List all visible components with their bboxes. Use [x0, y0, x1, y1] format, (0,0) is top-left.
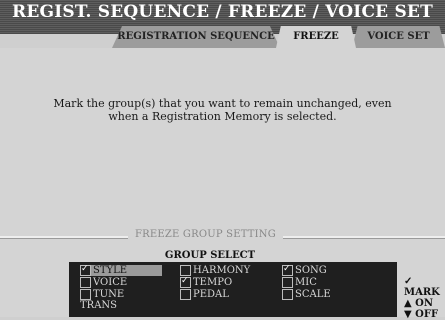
group-item-label: STYLE	[93, 265, 128, 276]
legend: ✓ MARK ▲ ON ▼ OFF	[404, 276, 445, 320]
checkbox-icon[interactable]	[282, 277, 293, 288]
group-item-mic[interactable]: MIC	[282, 277, 380, 288]
group-item-harmony[interactable]: HARMONY	[180, 265, 270, 276]
group-item-label: PEDAL	[193, 289, 229, 300]
tab-registration-sequence[interactable]: REGISTRATION SEQUENCE	[112, 26, 280, 48]
instruction-text: Mark the group(s) that you want to remai…	[53, 97, 392, 123]
group-item-label: VOICE	[93, 277, 128, 288]
mark-legend: ✓ MARK	[404, 276, 440, 298]
checkbox-icon[interactable]	[80, 264, 91, 276]
on-legend: ▲ ON	[404, 298, 434, 309]
group-item-song[interactable]: SONG	[282, 264, 380, 276]
page-title: REGIST. SEQUENCE / FREEZE / VOICE SET	[12, 2, 433, 22]
checkbox-icon[interactable]	[180, 265, 191, 276]
off-legend: ▼ OFF	[404, 309, 439, 320]
group-item-voice[interactable]: VOICE	[80, 277, 162, 288]
group-item-label: SONG	[295, 265, 327, 276]
group-item-scale[interactable]: SCALE	[282, 289, 380, 300]
group-item-label: SCALE	[295, 289, 331, 300]
group-select-label: GROUP SELECT	[164, 250, 256, 261]
tab-voice-set[interactable]: VOICE SET	[352, 26, 445, 48]
tab-freeze[interactable]: FREEZE	[276, 26, 356, 48]
checkbox-icon[interactable]	[282, 264, 293, 276]
checkbox-icon[interactable]	[80, 277, 91, 288]
checkbox-icon[interactable]	[80, 289, 91, 300]
group-item-style[interactable]: STYLE	[80, 264, 162, 276]
checkbox-icon[interactable]	[282, 289, 293, 300]
divider-right	[283, 236, 445, 239]
group-item-tune-trans[interactable]: TUNE TRANS	[80, 289, 162, 311]
group-item-label: MIC	[295, 277, 317, 288]
checkbox-icon[interactable]	[180, 289, 191, 300]
checkbox-icon[interactable]	[180, 276, 191, 288]
group-item-label: TEMPO	[193, 277, 233, 288]
group-item-label: HARMONY	[193, 265, 251, 276]
section-label: FREEZE GROUP SETTING	[135, 229, 276, 240]
divider-left	[0, 236, 128, 239]
group-item-pedal[interactable]: PEDAL	[180, 289, 270, 300]
group-item-tempo[interactable]: TEMPO	[180, 276, 270, 288]
screen: REGIST. SEQUENCE / FREEZE / VOICE SET RE…	[0, 0, 445, 320]
